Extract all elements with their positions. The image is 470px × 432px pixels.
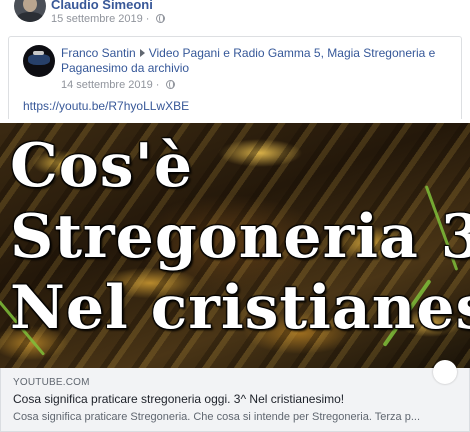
shared-post-heading: Franco Santin Video Pagani e Radio Gamma … (61, 46, 457, 76)
thumbnail-overlay-text: Cos'è Stregoneria 3^ Nel cristianes. (10, 131, 470, 344)
preview-title[interactable]: Cosa significa praticare stregoneria ogg… (13, 392, 344, 406)
shared-post-card: Franco Santin Video Pagani e Radio Gamma … (8, 36, 462, 119)
thumbnail-line-2: Stregoneria 3^ (10, 202, 470, 272)
post-header: Claudio Simeoni 15 settembre 2019 · (0, 0, 470, 30)
shared-timestamp[interactable]: 14 settembre 2019 · (61, 79, 175, 91)
shared-author-avatar[interactable] (23, 45, 55, 77)
link-preview[interactable]: YOUTUBE.COM Cosa significa praticare str… (0, 360, 470, 432)
author-avatar[interactable] (14, 0, 46, 22)
preview-domain: YOUTUBE.COM (13, 377, 90, 388)
post-timestamp[interactable]: 15 settembre 2019 · (51, 13, 165, 25)
author-name[interactable]: Claudio Simeoni (51, 0, 153, 12)
info-button[interactable] (433, 360, 457, 384)
globe-icon (165, 80, 175, 89)
thumbnail-line-3: Nel cristianes. (10, 273, 470, 343)
caret-right-icon (139, 49, 145, 57)
shared-author-name[interactable]: Franco Santin (61, 46, 136, 60)
thumbnail-line-1: Cos'è (10, 131, 194, 201)
youtube-link[interactable]: https://youtu.be/R7hyoLLwXBE (23, 99, 189, 113)
post-date-text[interactable]: 15 settembre 2019 · (51, 13, 149, 25)
globe-icon (155, 14, 165, 23)
preview-description: Cosa significa praticare Stregoneria. Ch… (13, 411, 421, 423)
video-thumbnail[interactable]: Cos'è Stregoneria 3^ Nel cristianes. (0, 123, 470, 368)
shared-date-text[interactable]: 14 settembre 2019 · (61, 79, 159, 91)
